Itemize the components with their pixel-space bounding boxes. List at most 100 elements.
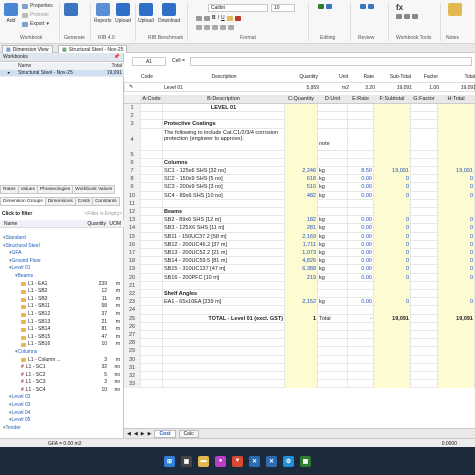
pin-icon[interactable]: 📌 [114,53,120,62]
cell-e[interactable] [348,208,374,217]
tree-item[interactable]: ▾ Beams [0,273,124,281]
cell-g[interactable] [411,128,438,151]
cell-b[interactable]: SB3 - 125X6 SHS [11 m] [163,224,285,233]
cell-d[interactable]: kg [318,167,348,176]
cell-b[interactable]: SB16 - 200PFC [10 m] [163,273,285,282]
properties-button[interactable]: Properties [22,3,53,9]
windows-start-icon[interactable]: ⊞ [164,455,175,467]
cell-a[interactable] [141,298,163,307]
cell-b[interactable] [163,339,285,348]
cell-d[interactable] [318,372,348,381]
cell-h[interactable] [438,355,475,364]
cell-g[interactable] [411,281,438,290]
cell-g[interactable] [411,150,438,159]
row-number[interactable]: 25 [124,314,141,323]
file-explorer-icon[interactable]: ▬ [198,455,209,467]
cell-f[interactable] [374,322,411,331]
tree-item[interactable]: ▾ GFA [0,250,124,258]
cell-c[interactable] [285,208,318,217]
cell-g[interactable] [411,232,438,241]
row-number[interactable]: 14 [124,224,141,233]
cell-e[interactable] [348,120,374,129]
cell-b[interactable]: SC4 - 89x6 SHS [10 no] [163,191,285,200]
row-number[interactable]: 4 [124,128,141,151]
row-number[interactable]: 21 [124,281,141,290]
cell-a[interactable] [141,257,163,266]
cell-h[interactable]: 0 [438,224,475,233]
row-number[interactable]: 6 [124,158,141,167]
cell-h[interactable] [438,372,475,381]
cell-b[interactable] [163,380,285,389]
cell-h[interactable]: 0 [438,273,475,282]
cell-f[interactable]: 0 [374,265,411,274]
cell-a[interactable] [141,112,163,121]
tree-item[interactable]: L1 - SB13 21 m [0,319,124,327]
notes-button[interactable] [448,3,462,18]
cell-e[interactable] [348,112,374,121]
cell-b[interactable]: SB12 - 200UC46.2 [37 m] [163,240,285,249]
cell-c[interactable] [285,158,318,167]
cell-f[interactable]: 0 [374,191,411,200]
tree-item[interactable]: L1 - EA1 239 m [0,281,124,289]
cell-b[interactable]: SB14 - 200UC59.5 [81 m] [163,257,285,266]
cell-e[interactable] [348,355,374,364]
row-number[interactable]: 1 [124,104,141,113]
cell-c[interactable] [285,306,318,315]
tree-item[interactable]: L1 - SB12 37 m [0,311,124,319]
row-number[interactable]: 27 [124,331,141,340]
alignment-tools[interactable] [196,25,234,30]
cell-e[interactable] [348,128,374,151]
cell-a[interactable] [141,199,163,208]
spreadsheet-icon[interactable]: ▦ [300,455,311,467]
cell-g[interactable] [411,158,438,167]
row-number[interactable]: 29 [124,347,141,356]
cell-d[interactable] [318,347,348,356]
cell-d[interactable]: kg [318,216,348,225]
cell-a[interactable] [141,150,163,159]
cell-h[interactable] [438,120,475,129]
row-number[interactable]: 23 [124,298,141,307]
tree-item[interactable]: # L1 - SC3 3 no [0,379,124,387]
cell-d[interactable] [318,199,348,208]
cell-e[interactable]: 0.00 [348,216,374,225]
generate-button[interactable] [64,3,78,18]
sheet-tab-calc[interactable]: Calc [178,429,199,438]
sheet-nav-next[interactable]: ▶ [141,431,145,437]
cell-h[interactable]: 0 [438,240,475,249]
cell-d[interactable]: kg [318,240,348,249]
cell-b[interactable]: SB13 - 200UC52.2 [21 m] [163,249,285,258]
cell-a[interactable] [141,183,163,192]
cell-e[interactable] [348,104,374,113]
cell-f[interactable]: 0 [374,183,411,192]
tree-item[interactable]: ▾ Level 05 [0,417,124,425]
tree-item[interactable]: ▾ Structural Steel [0,243,124,251]
row-number[interactable]: 33 [124,380,141,389]
cell-e[interactable]: 0.00 [348,249,374,258]
cell-h[interactable] [438,322,475,331]
cell-b[interactable]: TOTAL - Level 01 (excl. GST) [163,314,285,323]
cell-f[interactable] [374,339,411,348]
cell-g[interactable] [411,314,438,323]
cell-b[interactable] [163,331,285,340]
cell-e[interactable] [348,380,374,389]
cell-e[interactable]: 8.50 [348,167,374,176]
cell-b[interactable] [163,306,285,315]
cell-a[interactable] [141,339,163,348]
cell-h[interactable]: 0 [438,265,475,274]
workbook-tools[interactable] [396,14,418,19]
cell-f[interactable]: 0 [374,175,411,184]
format-tools[interactable]: BIU [196,15,241,21]
cell-f[interactable] [374,104,411,113]
cell-a[interactable] [141,273,163,282]
export-button[interactable]: Export ▾ [22,21,49,27]
tree-item[interactable]: # L1 - SC2 5 no [0,372,124,380]
row-number[interactable]: 8 [124,175,141,184]
cell-f[interactable]: 19,091 [374,167,411,176]
cell-f[interactable] [374,372,411,381]
bold-icon[interactable]: B [212,15,216,21]
tree-item[interactable]: L1 - SB2 12 m [0,288,124,296]
tab-phraseologies[interactable]: Phraseologies [36,185,74,194]
row-number[interactable]: 28 [124,339,141,348]
tab-constants[interactable]: Constants [92,197,120,206]
cell-h[interactable] [438,331,475,340]
